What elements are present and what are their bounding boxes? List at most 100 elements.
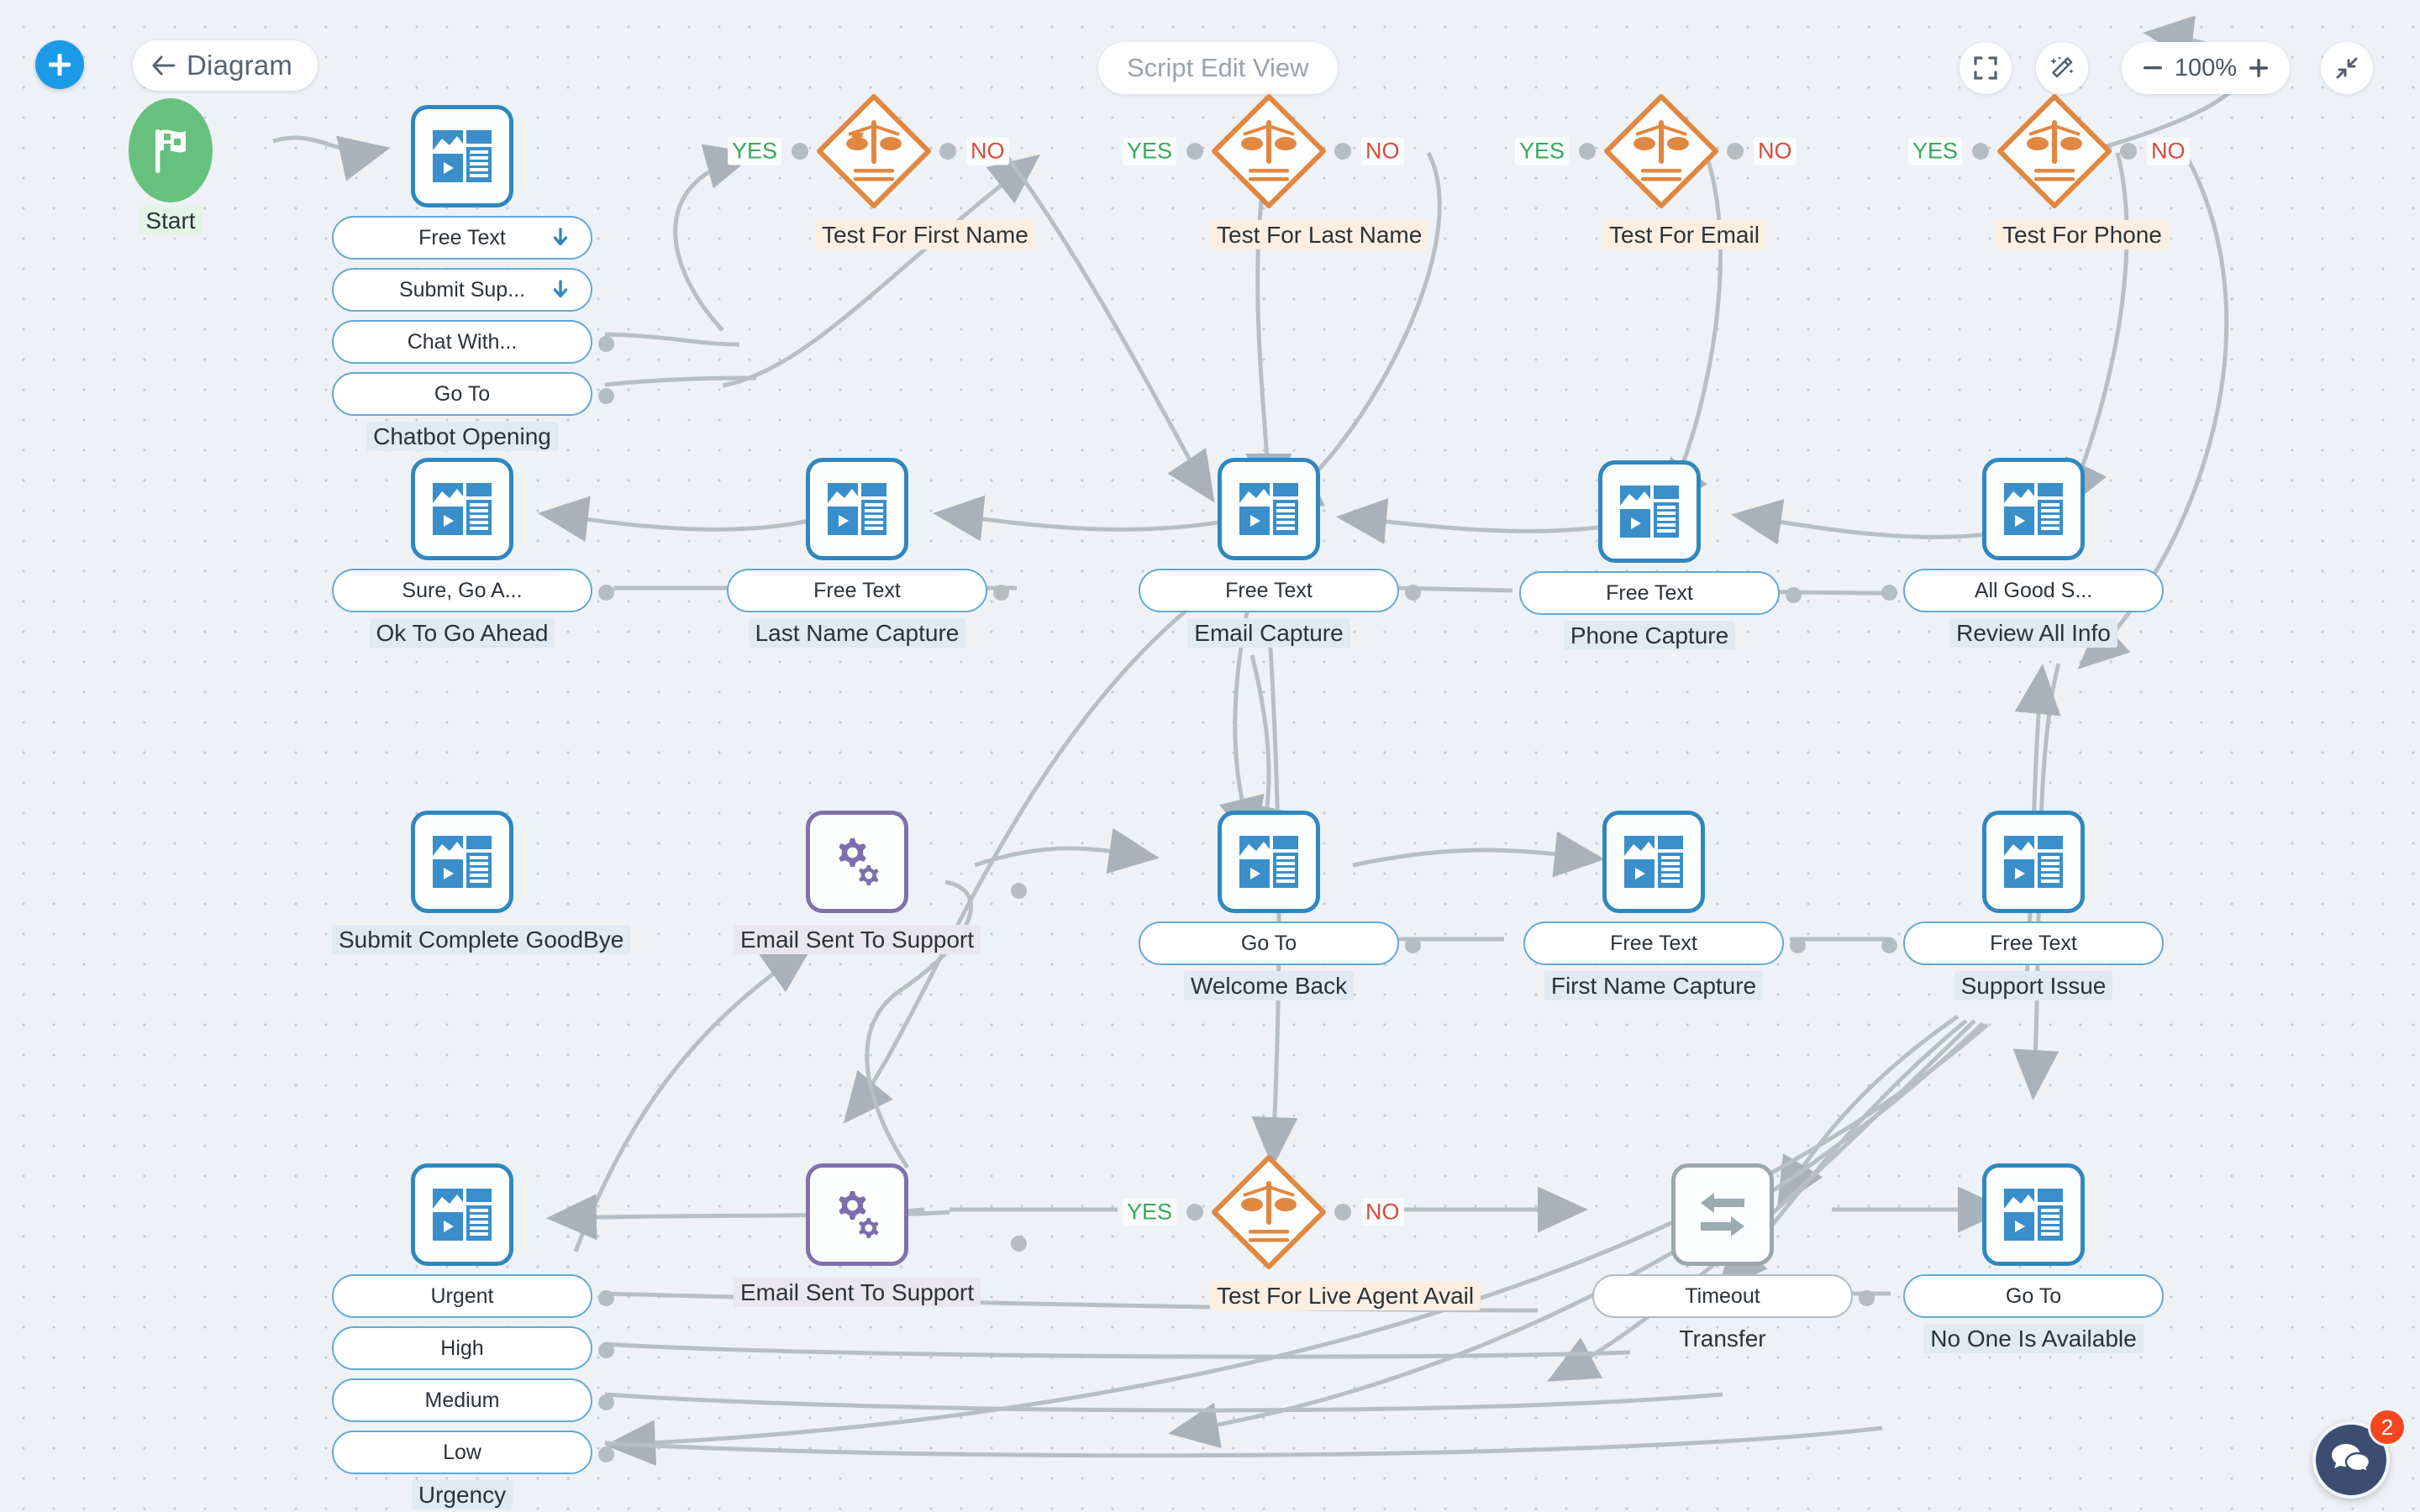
connector-dot[interactable] [598,1446,614,1462]
zoom-out-button[interactable] [2139,54,2167,82]
node-start[interactable]: Start [95,98,246,235]
node-test-for-phone[interactable]: YES NO Test For Phone [1907,92,2190,249]
add-node-button[interactable] [35,40,84,89]
transfer-node-icon[interactable] [1671,1163,1774,1266]
option-pill[interactable]: Submit Sup... [332,268,592,312]
node-test-for-email[interactable]: YES NO Test For Email [1514,92,1797,249]
node-test-for-live-agent-avail[interactable]: YES NO Test For Live Agent Avail [1122,1153,1481,1310]
node-support-issue[interactable]: Free Text Support Issue [1881,811,2164,1000]
zoom-in-button[interactable] [2244,54,2273,82]
message-node-icon[interactable] [1218,458,1320,560]
connector-dot[interactable] [1011,883,1027,899]
message-node-icon[interactable] [1218,811,1320,913]
connector-dot[interactable] [1786,587,1802,603]
script-edit-view-button[interactable]: Script Edit View [1098,42,1338,94]
option-pill[interactable]: Low [332,1431,614,1474]
message-node-icon[interactable] [1982,1163,2085,1266]
decision-node-shape[interactable]: YES NO [1122,1153,1404,1271]
magic-wand-icon [2050,56,2074,78]
node-test-for-first-name[interactable]: YES NO Test For First Name [727,92,1035,249]
option-pill[interactable]: Urgent [332,1274,614,1318]
message-node-icon[interactable] [411,458,513,560]
connector-dot[interactable] [792,143,808,160]
node-welcome-back[interactable]: Go To Welcome Back [1139,811,1421,1000]
option-pill[interactable]: Go To [332,372,614,416]
connector-dot[interactable] [598,1342,614,1358]
fit-screen-button[interactable] [1960,42,2012,94]
message-node-icon[interactable] [1982,811,2085,913]
node-phone-capture[interactable]: Free Text Phone Capture [1519,460,1802,650]
message-node-icon[interactable] [1598,460,1701,563]
connector-dot[interactable] [1881,585,1897,601]
option-pill[interactable]: Free Text [1139,569,1421,612]
connector-dot[interactable] [2120,143,2137,160]
connector-dot[interactable] [993,585,1009,601]
node-first-name-capture[interactable]: Free Text First Name Capture [1523,811,1806,1000]
option-pill[interactable]: Chat With... [332,320,614,364]
option-pill[interactable]: Sure, Go A... [332,569,614,612]
node-no-one-is-available[interactable]: Go To No One Is Available [1903,1163,2164,1353]
message-node-icon[interactable] [411,1163,513,1266]
node-urgency[interactable]: Urgent High Medium Low Urgency [332,1163,614,1509]
decision-node-shape[interactable]: YES NO [1907,92,2190,210]
message-node-icon[interactable] [411,811,513,913]
connector-dot[interactable] [598,1290,614,1306]
diagram-canvas[interactable]: Diagram Script Edit View 100% Start Free… [0,0,2420,1512]
connector-dot[interactable] [598,388,614,404]
start-node-shape[interactable] [129,98,213,202]
connector-dot[interactable] [1334,1204,1351,1221]
connector-dot[interactable] [1186,1204,1203,1221]
node-test-for-last-name[interactable]: YES NO Test For Last Name [1122,92,1429,249]
option-pill[interactable]: Medium [332,1378,614,1422]
node-email-sent-to-support-2[interactable]: Email Sent To Support [727,1163,1027,1307]
option-pill[interactable]: Go To [1903,1274,2164,1318]
message-node-icon[interactable] [806,458,908,560]
connector-dot[interactable] [1790,937,1806,953]
connector-dot[interactable] [1579,143,1596,160]
connector-dot[interactable] [1881,937,1897,953]
option-pill[interactable]: Free Text [1881,921,2164,965]
node-email-sent-to-support-1[interactable]: Email Sent To Support [727,811,1027,954]
connector-dot[interactable] [939,143,956,160]
connector-dot[interactable] [1405,585,1421,601]
option-pill[interactable]: High [332,1326,614,1370]
connector-dot[interactable] [598,1394,614,1410]
action-node-icon[interactable] [806,1163,908,1266]
connector-dot[interactable] [1727,143,1744,160]
message-node-icon[interactable] [411,105,513,207]
back-to-diagram-button[interactable]: Diagram [133,40,318,91]
connector-dot[interactable] [1859,1290,1875,1306]
node-review-all-info[interactable]: All Good S... Review All Info [1881,458,2164,648]
option-pill[interactable]: Free Text [1519,571,1802,615]
node-ok-to-go-ahead[interactable]: Sure, Go A... Ok To Go Ahead [332,458,614,648]
collapse-view-button[interactable] [2321,42,2373,94]
node-label: Test For Live Agent Avail [1210,1281,1481,1310]
option-pill-label: All Good S... [1974,578,2093,602]
option-pill[interactable]: Timeout [1592,1274,1875,1318]
decision-node-shape[interactable]: YES NO [1122,92,1404,210]
node-email-capture[interactable]: Free Text Email Capture [1139,458,1421,648]
node-submit-complete-goodbye[interactable]: Submit Complete GoodBye [332,811,631,954]
connector-dot[interactable] [1405,937,1421,953]
node-chatbot-opening[interactable]: Free Text Submit Sup... Chat With... Go … [332,105,614,451]
decision-node-shape[interactable]: YES NO [727,92,1009,210]
connector-dot[interactable] [598,585,614,601]
action-node-icon[interactable] [806,811,908,913]
message-node-icon[interactable] [1982,458,2085,560]
connector-dot[interactable] [1186,143,1203,160]
connector-dot[interactable] [598,336,614,352]
message-node-icon[interactable] [1602,811,1705,913]
node-last-name-capture[interactable]: Free Text Last Name Capture [727,458,1009,648]
connector-dot[interactable] [1972,143,1989,160]
option-pill[interactable]: All Good S... [1881,569,2164,612]
connector-dot[interactable] [1011,1236,1027,1252]
option-pill[interactable]: Go To [1139,921,1421,965]
connector-dot[interactable] [1334,143,1351,160]
zoom-control[interactable]: 100% [2122,42,2290,94]
decision-node-shape[interactable]: YES NO [1514,92,1797,210]
option-pill[interactable]: Free Text [332,216,592,260]
node-transfer[interactable]: Timeout Transfer [1592,1163,1875,1352]
option-pill[interactable]: Free Text [727,569,1009,612]
option-pill[interactable]: Free Text [1523,921,1806,965]
auto-arrange-button[interactable] [2036,42,2088,94]
